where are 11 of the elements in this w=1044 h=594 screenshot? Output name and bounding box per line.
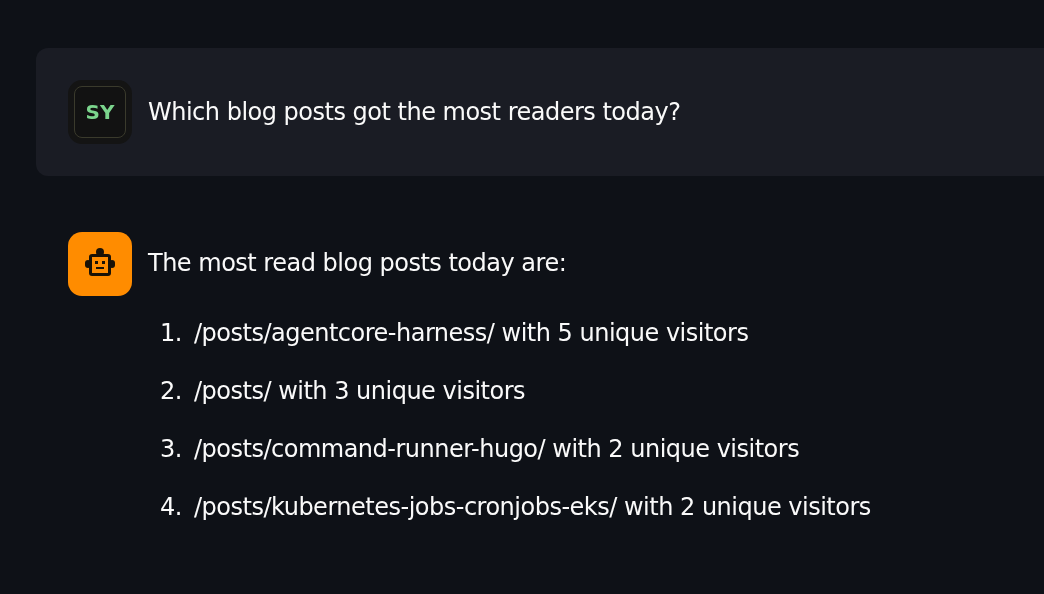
message-text: The most read blog posts today are:	[148, 248, 568, 279]
list-item-text: /posts/command-runner-hugo/ with 2 unique visitors	[194, 434, 800, 465]
message-text: Which blog posts got the most readers today?	[148, 97, 681, 128]
list-number: 4.	[159, 492, 182, 523]
list-item-text: /posts/kubernetes-jobs-cronjobs-eks/ with 2 unique visitors	[194, 492, 871, 523]
list-number: 2.	[159, 376, 182, 407]
user-avatar: SY	[68, 80, 132, 144]
list-item-text: /posts/agentcore-harness/ with 5 unique visitors	[194, 318, 749, 349]
list-number: 3.	[159, 434, 182, 465]
list-number: 1.	[159, 318, 182, 349]
list-item-text: /posts/ with 3 unique visitors	[194, 376, 526, 407]
